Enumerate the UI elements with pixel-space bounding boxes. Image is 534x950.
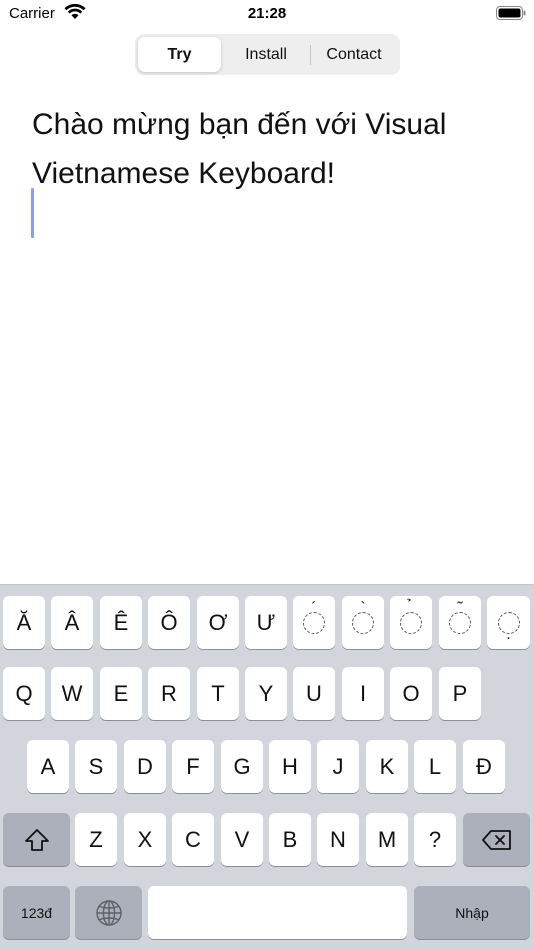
key-d-stroke[interactable]: Đ xyxy=(463,740,505,793)
key-s[interactable]: S xyxy=(75,740,117,793)
key-a-circumflex[interactable]: Â xyxy=(51,596,93,649)
clock: 21:28 xyxy=(247,5,287,22)
key-q[interactable]: Q xyxy=(3,667,45,720)
key-m[interactable]: M xyxy=(366,813,408,866)
key-g[interactable]: G xyxy=(221,740,263,793)
key-e-circumflex[interactable]: Ê xyxy=(100,596,142,649)
key-r[interactable]: R xyxy=(148,667,190,720)
tone-mark-acute: ´ xyxy=(311,599,317,617)
status-bar: Carrier 21:28 xyxy=(0,0,534,30)
key-l[interactable]: L xyxy=(414,740,456,793)
key-a[interactable]: A xyxy=(27,740,69,793)
tone-mark-dot-below: . xyxy=(506,625,511,643)
key-d[interactable]: D xyxy=(124,740,166,793)
delete-icon xyxy=(481,829,511,850)
key-question-mark[interactable]: ? xyxy=(414,813,456,866)
tone-circle-icon: ` xyxy=(352,600,374,634)
editor-line-2: Vietnamese Keyboard! xyxy=(32,157,335,190)
tab-contact[interactable]: Contact xyxy=(311,37,397,72)
key-w[interactable]: W xyxy=(51,667,93,720)
key-e[interactable]: E xyxy=(100,667,142,720)
shift-key[interactable] xyxy=(3,813,70,866)
key-u-horn[interactable]: Ư xyxy=(245,596,287,649)
key-t[interactable]: T xyxy=(197,667,239,720)
space-key[interactable] xyxy=(148,886,407,939)
globe-key[interactable] xyxy=(75,886,142,939)
key-h[interactable]: H xyxy=(269,740,311,793)
tone-circle-icon: ´ xyxy=(303,600,325,634)
key-tone-tilde[interactable]: ˜ xyxy=(439,596,481,649)
keyboard: Ă Â Ê Ô Ơ Ư ´ ` ̉ ˜ . Q W E R T Y U I O … xyxy=(0,584,534,950)
tone-circle-icon: ˜ xyxy=(449,600,471,634)
key-x[interactable]: X xyxy=(124,813,166,866)
text-editor[interactable]: Chào mừng bạn đến với Visual Vietnamese … xyxy=(32,100,502,198)
globe-icon xyxy=(95,899,122,926)
editor-line-1: Chào mừng bạn đến với Visual xyxy=(32,108,447,141)
key-o-circumflex[interactable]: Ô xyxy=(148,596,190,649)
tone-mark-grave: ` xyxy=(360,599,366,617)
key-k[interactable]: K xyxy=(366,740,408,793)
return-key[interactable]: Nhập xyxy=(414,886,530,939)
key-v[interactable]: V xyxy=(221,813,263,866)
tone-mark-hook: ̉ xyxy=(401,601,421,617)
numbers-key[interactable]: 123đ xyxy=(3,886,70,939)
tone-mark-tilde: ˜ xyxy=(457,599,463,617)
delete-key[interactable] xyxy=(463,813,530,866)
key-f[interactable]: F xyxy=(172,740,214,793)
text-caret xyxy=(31,188,34,238)
key-c[interactable]: C xyxy=(172,813,214,866)
key-o[interactable]: O xyxy=(390,667,432,720)
key-a-breve[interactable]: Ă xyxy=(3,596,45,649)
battery-icon xyxy=(496,6,526,20)
key-o-horn[interactable]: Ơ xyxy=(197,596,239,649)
segmented-control: Try Install Contact xyxy=(135,34,400,75)
key-p[interactable]: P xyxy=(439,667,481,720)
key-tone-grave[interactable]: ` xyxy=(342,596,384,649)
key-b[interactable]: B xyxy=(269,813,311,866)
key-z[interactable]: Z xyxy=(75,813,117,866)
tab-try[interactable]: Try xyxy=(138,37,221,72)
key-j[interactable]: J xyxy=(317,740,359,793)
key-n[interactable]: N xyxy=(317,813,359,866)
key-u[interactable]: U xyxy=(293,667,335,720)
key-i[interactable]: I xyxy=(342,667,384,720)
key-tone-dot-below[interactable]: . xyxy=(487,596,530,649)
key-y[interactable]: Y xyxy=(245,667,287,720)
tone-circle-icon: . xyxy=(497,611,520,642)
tab-install[interactable]: Install xyxy=(223,37,309,72)
key-tone-hook[interactable]: ̉ xyxy=(390,596,432,649)
tone-circle-icon: ̉ xyxy=(400,611,422,634)
shift-icon xyxy=(24,828,49,851)
key-tone-acute[interactable]: ´ xyxy=(293,596,335,649)
